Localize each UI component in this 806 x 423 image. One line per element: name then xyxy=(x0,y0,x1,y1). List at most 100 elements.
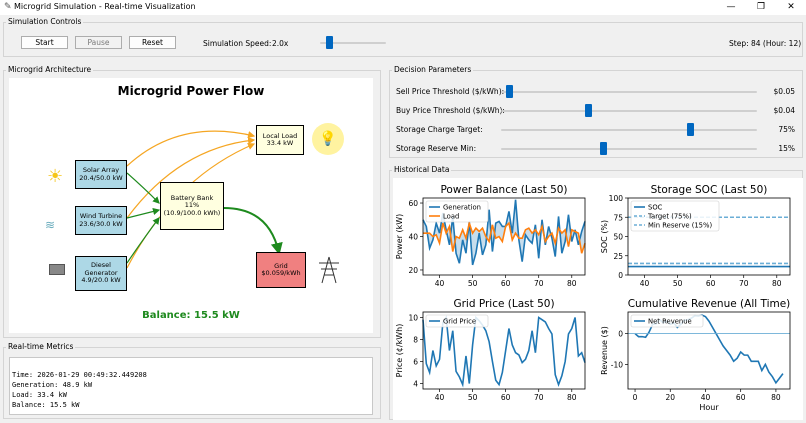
x-tick-label: 50 xyxy=(673,279,683,288)
lightbulb-icon: 💡 xyxy=(312,123,344,155)
param-slider-thumb[interactable] xyxy=(505,85,513,98)
x-tick-label: 80 xyxy=(771,393,781,402)
wind-icon: ≋ xyxy=(45,218,56,232)
window-title: Microgrid Simulation - Real-time Visuali… xyxy=(14,2,196,11)
x-tick-label: 40 xyxy=(435,279,445,288)
power-flow-figure: Microgrid Power Flow ☀ Solar Array 20.4/… xyxy=(9,78,373,333)
y-axis-label: SOC (%) xyxy=(600,220,609,253)
grid-value: $0.059/kWh xyxy=(261,269,301,277)
param-slider-thumb[interactable] xyxy=(600,142,608,155)
param-slider-track[interactable] xyxy=(501,110,757,112)
y-tick-label: 40 xyxy=(408,233,418,242)
x-axis-label: Hour xyxy=(699,403,719,412)
reset-button[interactable]: Reset xyxy=(129,36,176,49)
x-tick-label: 40 xyxy=(640,279,650,288)
x-tick-label: 60 xyxy=(501,279,511,288)
x-tick-label: 80 xyxy=(772,279,782,288)
legend-label: SOC xyxy=(648,204,663,212)
x-tick-label: 60 xyxy=(501,393,511,402)
param-slider-track[interactable] xyxy=(501,129,757,131)
speed-slider-thumb[interactable] xyxy=(326,36,333,49)
legend-label: Load xyxy=(443,213,459,221)
param-slider-thumb[interactable] xyxy=(687,123,694,136)
solar-array-value: 20.4/50.0 kW xyxy=(79,173,123,182)
legend-label: Generation xyxy=(443,204,481,212)
step-status: Step: 84 (Hour: 12) xyxy=(729,39,802,48)
solar-array-box: Solar Array 20.4/50.0 kW xyxy=(75,160,127,189)
y-tick-label: 8 xyxy=(413,336,418,345)
param-slider-thumb[interactable] xyxy=(585,104,593,117)
y-tick-label: 0 xyxy=(618,330,623,339)
simulation-controls-frame xyxy=(3,22,803,57)
metrics-time: Time: 2026-01-29 00:49:32.449208 xyxy=(12,371,147,379)
chart-title: Storage SOC (Last 50) xyxy=(651,184,768,196)
sun-icon: ☀ xyxy=(47,166,64,187)
battery-bank-box: Battery Bank 11% (10.9/100.0 kWh) xyxy=(160,182,224,230)
y-tick-label: 25 xyxy=(613,252,623,261)
title-bar: ✎ Microgrid Simulation - Real-time Visua… xyxy=(0,0,806,15)
x-tick-label: 20 xyxy=(665,393,675,402)
param-value: 15% xyxy=(778,144,795,153)
local-load-box: Local Load 33.4 kW xyxy=(256,125,304,155)
metrics-load: Load: 33.4 kW xyxy=(12,391,67,399)
x-tick-label: 40 xyxy=(435,393,445,402)
x-tick-label: 80 xyxy=(567,393,577,402)
simulation-controls-title: Simulation Controls xyxy=(6,17,84,26)
pause-button[interactable]: Pause xyxy=(75,36,122,49)
y-tick-label: 20 xyxy=(408,266,418,275)
y-tick-label: 50 xyxy=(613,233,623,242)
transmission-tower-icon xyxy=(319,256,339,284)
y-tick-label: 60 xyxy=(408,199,418,208)
y-tick-label: 75 xyxy=(613,213,623,222)
y-axis-label: Price (¢/kWh) xyxy=(395,324,404,378)
x-tick-label: 80 xyxy=(567,279,577,288)
param-label: Buy Price Threshold ($/kWh): xyxy=(396,106,505,115)
battery-bank-value: (10.9/100.0 kWh) xyxy=(163,208,221,217)
y-tick-label: 4 xyxy=(413,380,418,389)
series-line-0 xyxy=(422,315,586,388)
wind-turbine-box: Wind Turbine 23.6/30.0 kW xyxy=(75,206,127,235)
speed-label: Simulation Speed: xyxy=(203,39,272,48)
start-button[interactable]: Start xyxy=(21,36,68,49)
wind-turbine-value: 23.6/30.0 kW xyxy=(79,219,123,228)
historical-charts-svg: Power Balance (Last 50)Power (kW)40 50 60 7… xyxy=(395,184,791,412)
y-tick-label: 100 xyxy=(609,194,624,203)
y-tick-label: 0 xyxy=(618,271,623,280)
y-axis-label: Power (kW) xyxy=(395,214,404,260)
minimize-icon[interactable]: — xyxy=(716,0,746,15)
y-axis-label: Revenue ($) xyxy=(600,326,609,375)
param-value: $0.05 xyxy=(773,87,795,96)
maximize-icon[interactable]: ❐ xyxy=(746,0,776,15)
param-slider-track[interactable] xyxy=(501,148,757,150)
y-tick-label: 10 xyxy=(408,314,418,323)
historical-frame-title: Historical Data xyxy=(392,165,452,174)
param-label: Storage Reserve Min: xyxy=(396,144,477,153)
param-label: Sell Price Threshold ($/kWh): xyxy=(396,87,505,96)
x-tick-label: 0 xyxy=(633,393,638,402)
legend-label: Min Reserve (15%) xyxy=(648,222,712,230)
decision-frame-title: Decision Parameters xyxy=(392,65,474,74)
chart-title: Cumulative Revenue (All Time) xyxy=(628,298,791,310)
speed-value: 2.0x xyxy=(272,39,289,48)
x-tick-label: 60 xyxy=(706,279,716,288)
x-tick-label: 70 xyxy=(534,393,544,402)
y-tick-label: -10 xyxy=(611,360,623,369)
metrics-text-area: Time: 2026-01-29 00:49:32.449208 Generat… xyxy=(9,357,373,415)
local-load-value: 33.4 kW xyxy=(266,139,294,147)
historical-figure: Power Balance (Last 50) Power (kW) 40 50 60 7… xyxy=(393,178,803,420)
metrics-frame-title: Real-time Metrics xyxy=(6,342,76,351)
x-tick-label: 70 xyxy=(739,279,749,288)
legend-label: Grid Price xyxy=(443,318,476,326)
param-slider-track[interactable] xyxy=(501,91,757,93)
legend-label: Target (75%) xyxy=(647,213,692,221)
app-feather-icon: ✎ xyxy=(4,2,12,12)
power-flow-heading: Microgrid Power Flow xyxy=(117,84,265,98)
x-tick-label: 50 xyxy=(468,279,478,288)
decision-params: Sell Price Threshold ($/kWh): $0.05 Buy Pr… xyxy=(389,80,803,156)
param-value: $0.04 xyxy=(773,106,795,115)
chart-title: Grid Price (Last 50) xyxy=(453,298,554,310)
metrics-generation: Generation: 48.9 kW xyxy=(12,381,93,389)
grid-box: Grid $0.059/kWh xyxy=(256,252,306,288)
close-icon[interactable]: ✕ xyxy=(776,0,806,15)
x-tick-label: 60 xyxy=(736,393,746,402)
